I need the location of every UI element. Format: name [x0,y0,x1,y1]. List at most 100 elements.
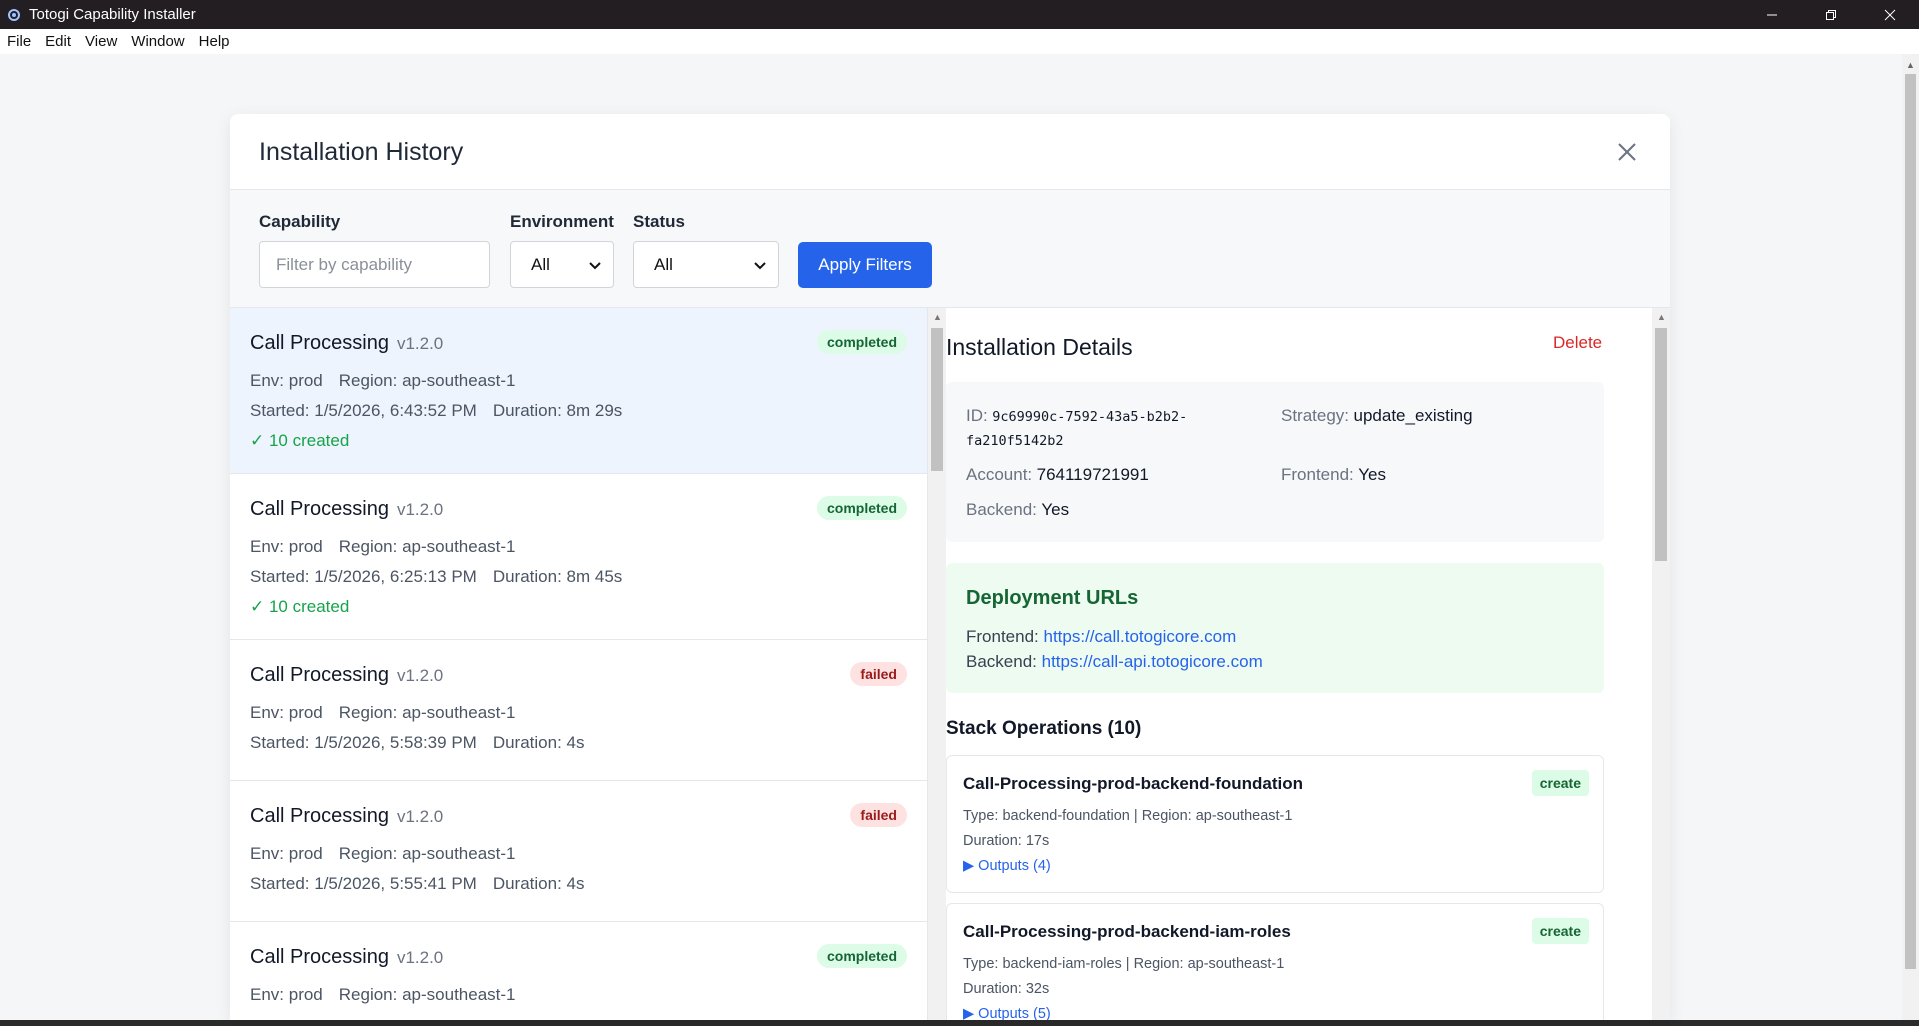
capability-name: Call Processing [250,498,389,520]
details-scroll-thumb[interactable] [1655,328,1667,561]
item-title: Call Processing v1.2.0 [250,946,443,969]
installation-item[interactable]: Call Processing v1.2.0 failed Env: prod Re… [230,640,927,781]
started-text: Started: 1/5/2026, 6:43:52 PM [250,401,477,420]
installation-item[interactable]: Call Processing v1.2.0 completed Env: pro… [230,922,927,1020]
taskbar-edge [0,1020,1919,1026]
capability-filter-input[interactable] [259,241,490,288]
delete-link[interactable]: Delete [1553,333,1602,353]
status-badge: failed [850,662,907,686]
scroll-up-arrow-icon[interactable]: ▲ [933,312,942,322]
window-controls [1742,0,1919,29]
started-duration-line: Started: 1/5/2026, 6:43:52 PM Duration: 8… [250,401,622,421]
stack-name: Call-Processing-prod-backend-iam-roles [963,922,1291,941]
account-value: 764119721991 [1036,465,1149,484]
stack-name: Call-Processing-prod-backend-foundation [963,774,1304,793]
installation-list[interactable]: Call Processing v1.2.0 completed Env: pro… [230,308,928,1020]
filter-bar: Capability Environment All Status All Ap… [230,190,1670,308]
env-region-line: Env: prod Region: ap-southeast-1 [250,985,516,1005]
env-text: Env: prod [250,371,323,390]
stack-outputs-toggle[interactable]: ▶ Outputs (5) [963,1006,1051,1020]
modal-header: Installation History [230,114,1670,190]
started-duration-line: Started: 1/5/2026, 5:58:39 PM Duration: 4… [250,733,585,753]
status-select[interactable]: All [633,241,779,288]
capability-name: Call Processing [250,664,389,686]
backend-url-line: Backend: https://call-api.totogicore.com [966,652,1263,672]
chevron-down-icon [589,255,601,275]
stack-operation-card: Call-Processing-prod-backend-iam-roles c… [946,903,1604,1020]
close-modal-icon[interactable] [1614,139,1640,165]
stack-operation-card: Call-Processing-prod-backend-foundation … [946,755,1604,893]
status-badge: completed [816,944,907,968]
menu-edit[interactable]: Edit [38,33,78,50]
backend-label: Backend: [966,500,1037,519]
version: v1.2.0 [396,334,444,353]
environment-select[interactable]: All [510,241,614,288]
created-count: ✓ 10 created [250,597,350,616]
history-body: Call Processing v1.2.0 completed Env: pro… [230,308,1670,1020]
duration-text: Duration: 8m 45s [492,567,623,586]
installation-item[interactable]: Call Processing v1.2.0 completed Env: pro… [230,308,927,474]
stack-meta: Type: backend-iam-roles | Region: ap-sou… [963,956,1285,972]
details-scrollbar[interactable]: ▲ [1652,308,1670,1020]
scroll-up-arrow-icon[interactable]: ▲ [1657,312,1666,322]
started-duration-line: Started: 1/5/2026, 6:25:13 PM Duration: 8… [250,567,622,587]
strategy-field: Strategy: update_existing [1281,406,1473,426]
menu-window[interactable]: Window [124,33,191,50]
version: v1.2.0 [396,948,444,967]
deployment-urls-title: Deployment URLs [966,587,1139,609]
capability-filter-label: Capability [259,212,341,231]
frontend-url-label: Frontend: [966,627,1039,646]
status-filter-label: Status [633,212,685,231]
backend-value: Yes [1041,500,1070,519]
env-region-line: Env: prod Region: ap-southeast-1 [250,537,516,557]
created-count: ✓ 10 created [250,431,350,450]
stack-action-badge: create [1531,918,1589,944]
list-scroll-thumb[interactable] [931,328,943,471]
stack-meta: Type: backend-foundation | Region: ap-so… [963,808,1293,824]
env-text: Env: prod [250,844,323,863]
apply-filters-button[interactable]: Apply Filters [798,242,932,288]
page-scrollbar[interactable]: ▲ [1902,54,1919,1020]
installation-item[interactable]: Call Processing v1.2.0 completed Env: pro… [230,474,927,640]
window-title: Totogi Capability Installer [29,6,196,23]
account-label: Account: [966,465,1033,484]
id-label: ID: [966,406,988,425]
strategy-value: update_existing [1353,406,1473,425]
environment-select-value: All [531,254,550,274]
status-badge: failed [850,803,907,827]
region-text: Region: ap-southeast-1 [338,844,516,863]
account-field: Account: 764119721991 [966,465,1149,485]
env-text: Env: prod [250,703,323,722]
frontend-url-link[interactable]: https://call.totogicore.com [1044,627,1237,646]
id-value-line2: fa210f5142b2 [966,433,1064,449]
item-title: Call Processing v1.2.0 [250,498,443,521]
stack-action-badge: create [1531,770,1589,796]
details-title: Installation Details [946,334,1133,360]
started-text: Started: 1/5/2026, 5:58:39 PM [250,733,477,752]
minimize-icon[interactable] [1742,0,1801,29]
menu-file[interactable]: File [0,33,38,50]
installation-details-pane: Installation Details Delete ID: 9c69990c… [946,308,1670,1020]
modal-title: Installation History [259,138,464,166]
chevron-down-icon [754,255,766,275]
id-field: ID: 9c69990c-7592-43a5-b2b2- [966,406,1187,426]
item-title: Call Processing v1.2.0 [250,805,443,828]
menu-view[interactable]: View [78,33,124,50]
backend-url-link[interactable]: https://call-api.totogicore.com [1042,652,1263,671]
region-text: Region: ap-southeast-1 [338,703,516,722]
page-scroll-thumb[interactable] [1905,74,1916,969]
stack-outputs-toggle[interactable]: ▶ Outputs (4) [963,858,1051,874]
installation-item[interactable]: Call Processing v1.2.0 failed Env: prod Re… [230,781,927,922]
restore-icon[interactable] [1801,0,1860,29]
list-scrollbar[interactable]: ▲ [928,308,946,1020]
duration-text: Duration: 4s [492,874,585,893]
strategy-label: Strategy: [1281,406,1350,425]
scroll-up-arrow-icon[interactable]: ▲ [1906,60,1915,70]
duration-text: Duration: 8m 29s [492,401,623,420]
stack-duration: Duration: 32s [963,981,1050,997]
close-window-icon[interactable] [1860,0,1919,29]
env-region-line: Env: prod Region: ap-southeast-1 [250,371,516,391]
region-text: Region: ap-southeast-1 [338,537,516,556]
menu-help[interactable]: Help [192,33,237,50]
item-title: Call Processing v1.2.0 [250,664,443,687]
